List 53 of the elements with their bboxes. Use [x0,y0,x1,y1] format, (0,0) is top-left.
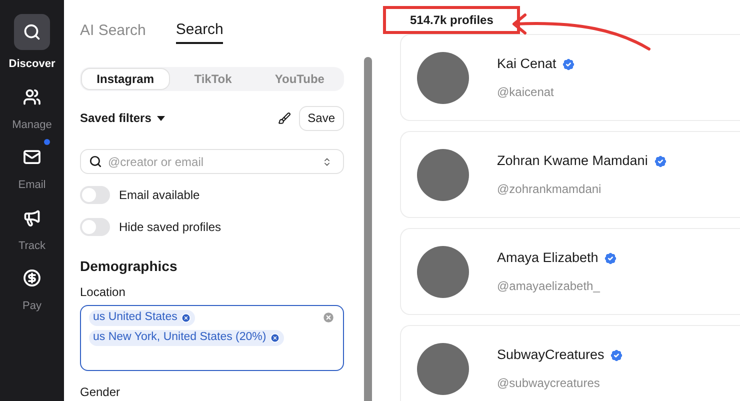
toggle-label: Hide saved profiles [119,219,222,236]
profile-card[interactable]: Kai Cenat @kaicenat [400,34,740,121]
search-tab[interactable]: AI Search [80,18,146,44]
profile-card[interactable]: Zohran Kwame Mamdani @zohrankmamdani [400,131,740,218]
profile-handle: @kaicenat [497,84,555,101]
save-button[interactable]: Save [298,106,344,130]
profile-handle: @zohrankmamdani [497,180,602,198]
nav-item[interactable]: Track [2,204,62,254]
nav-item[interactable]: Pay [2,264,62,314]
location-chip[interactable]: us New York, United States (20%) [89,330,284,346]
avatar-placeholder [417,148,469,200]
people-icon [23,88,41,106]
nav-item[interactable]: Manage [2,82,62,133]
remove-icon[interactable] [181,313,192,323]
brush-icon[interactable] [278,112,291,124]
profile-name: SubwayCreatures [497,346,604,364]
nav-item[interactable]: Email [2,143,62,194]
location-chip[interactable]: us United States [89,310,196,326]
toggle-switch[interactable] [80,218,110,236]
section-heading: Demographics [80,257,178,276]
megaphone-icon [23,208,41,226]
profile-card[interactable]: SubwayCreatures @subwaycreatures [400,325,740,401]
search-tab[interactable]: Search [176,18,224,44]
field-label: Gender [80,384,122,401]
avatar-placeholder [417,246,469,298]
location-field[interactable]: us United States us New York, United States (20%) [80,305,344,371]
platform-tab[interactable]: YouTube [256,68,344,90]
profile-handle: @amayaelizabeth_ [497,278,601,295]
saved-filters-dropdown[interactable]: Saved filters [80,109,166,127]
search-icon [23,23,41,41]
up-down-chevron-icon [322,157,332,167]
toggle-label: Email available [119,187,200,204]
scrollbar[interactable] [364,57,372,401]
search-field[interactable]: @creator or email [80,149,344,174]
remove-icon[interactable] [270,333,280,343]
profile-count: 514.7k profiles [383,6,520,34]
search-icon [89,155,102,168]
dollar-coin-icon [23,269,41,287]
profile-handle: @subwaycreatures [497,374,601,392]
avatar-placeholder [417,52,469,104]
platform-tab[interactable]: Instagram [81,68,170,90]
profile-name: Amaya Elizabeth [497,249,598,268]
clear-icon[interactable] [322,311,335,324]
profile-name: Kai Cenat [497,55,556,74]
avatar-placeholder [417,342,469,394]
nav-item[interactable]: Discover [2,14,62,72]
caret-icon [157,116,166,120]
field-label: Location [80,284,126,301]
envelope-icon [23,148,41,166]
platform-tab[interactable]: TikTok [170,68,256,90]
profile-card[interactable]: Amaya Elizabeth @amayaelizabeth_ [400,228,740,315]
toggle-switch[interactable] [80,186,110,204]
profile-name: Zohran Kwame Mamdani [497,152,648,170]
